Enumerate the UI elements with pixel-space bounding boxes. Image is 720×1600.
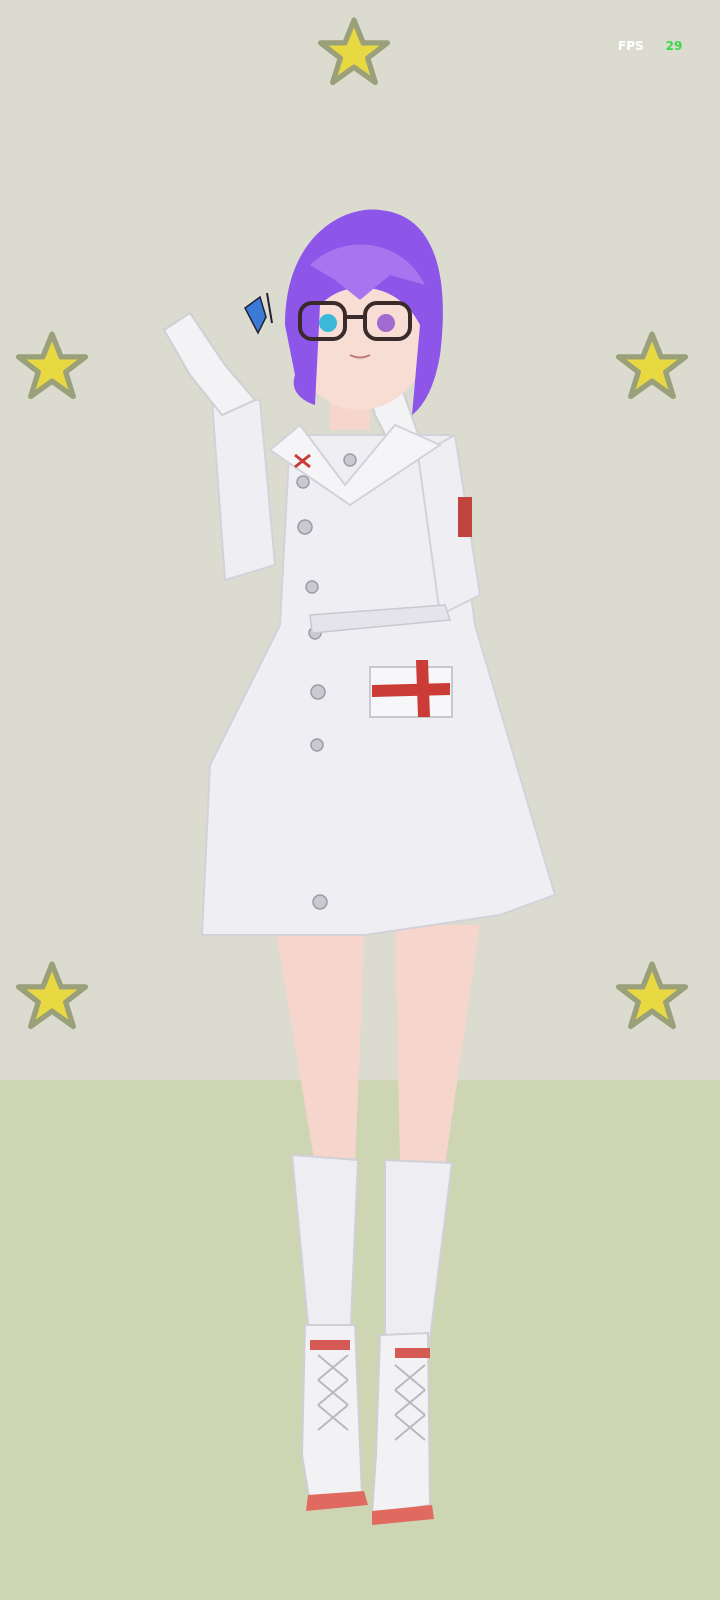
left-leg bbox=[275, 925, 365, 1165]
star-icon bbox=[14, 328, 90, 404]
viewport-3d[interactable]: FPS 29 bbox=[0, 0, 720, 1600]
fps-label: FPS bbox=[618, 39, 644, 53]
right-leg bbox=[395, 925, 480, 1165]
star-icon bbox=[614, 958, 690, 1034]
butterfly-icon bbox=[244, 295, 267, 335]
star-icon bbox=[614, 328, 690, 404]
fps-value: 29 bbox=[665, 39, 683, 53]
character-model[interactable] bbox=[150, 205, 580, 1560]
star-icon bbox=[14, 958, 90, 1034]
star-icon bbox=[316, 14, 392, 90]
fps-counter: FPS 29 bbox=[618, 37, 708, 55]
